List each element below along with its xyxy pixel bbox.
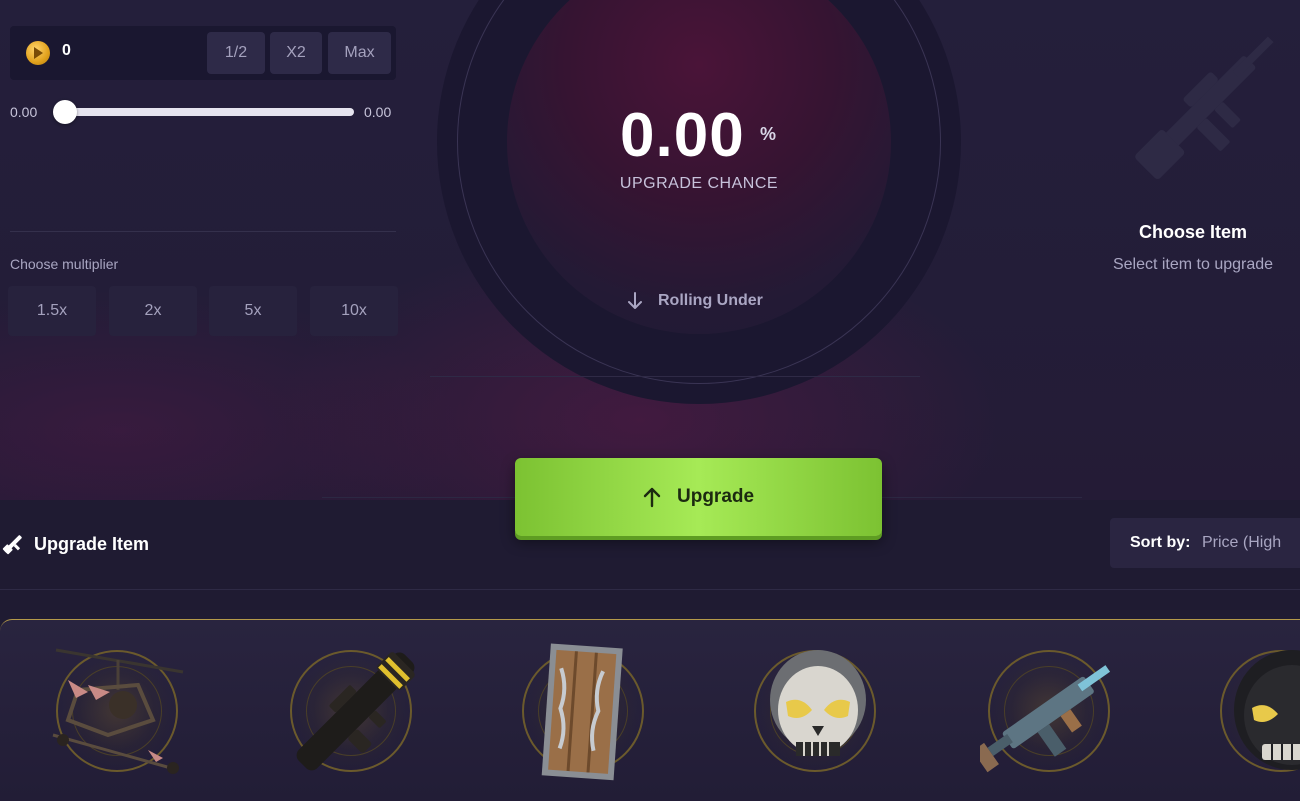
item-card[interactable]	[282, 640, 422, 790]
minicopter-icon	[52, 648, 184, 774]
dark-skull-mask-icon	[1234, 650, 1300, 770]
coin-icon	[26, 41, 50, 65]
choose-item-title: Choose Item	[1138, 222, 1248, 242]
rolling-under-toggle[interactable]: Rolling Under	[658, 292, 763, 310]
bet-slider-track[interactable]	[60, 108, 354, 116]
multiplier-2x-button[interactable]: 2x	[109, 286, 197, 336]
upgrade-chance-value: 0.00	[620, 101, 745, 170]
bet-amount-input[interactable]: 0	[62, 42, 71, 60]
sort-value: Price (High	[1202, 534, 1282, 551]
divider	[10, 231, 396, 232]
half-button[interactable]: 1/2	[207, 32, 265, 74]
divider	[322, 497, 515, 498]
upgrade-chance-label: UPGRADE CHANCE	[619, 175, 779, 192]
item-card[interactable]	[980, 640, 1120, 790]
choose-item-subtitle: Select item to upgrade	[1112, 256, 1274, 273]
arrow-down-icon	[628, 292, 642, 309]
max-button[interactable]: Max	[328, 32, 391, 74]
rocket-launcher-icon	[296, 652, 415, 771]
sort-dropdown[interactable]: Sort by: Price (High	[1110, 518, 1300, 568]
multiplier-10x-button[interactable]: 10x	[310, 286, 398, 336]
item-card[interactable]	[48, 640, 188, 790]
multiplier-5x-button[interactable]: 5x	[209, 286, 297, 336]
multiplier-label: Choose multiplier	[10, 256, 119, 272]
arrow-up-icon	[643, 487, 661, 508]
percent-sign: %	[760, 124, 777, 144]
sort-label: Sort by:	[1130, 534, 1191, 551]
divider	[882, 497, 1082, 498]
divider	[430, 376, 920, 377]
smg-icon	[980, 665, 1111, 773]
upgrade-item-title: Upgrade Item	[34, 534, 150, 554]
rifle-icon	[2, 535, 22, 555]
divider	[0, 589, 1300, 590]
rifle-placeholder-icon	[1135, 36, 1274, 180]
bet-slider-handle[interactable]	[53, 100, 77, 124]
double-button[interactable]: X2	[270, 32, 322, 74]
item-card[interactable]	[1212, 640, 1300, 790]
item-card[interactable]	[514, 640, 654, 790]
metal-skull-helmet-icon	[770, 650, 866, 756]
item-card[interactable]	[746, 640, 886, 790]
bet-amount-bar: 0 1/2 X2 Max	[10, 26, 396, 80]
wooden-door-icon	[541, 643, 623, 781]
upgrade-button-label: Upgrade	[677, 486, 755, 507]
slider-max-value: 0.00	[364, 104, 392, 120]
multiplier-1-5x-button[interactable]: 1.5x	[8, 286, 96, 336]
slider-min-value: 0.00	[10, 104, 38, 120]
